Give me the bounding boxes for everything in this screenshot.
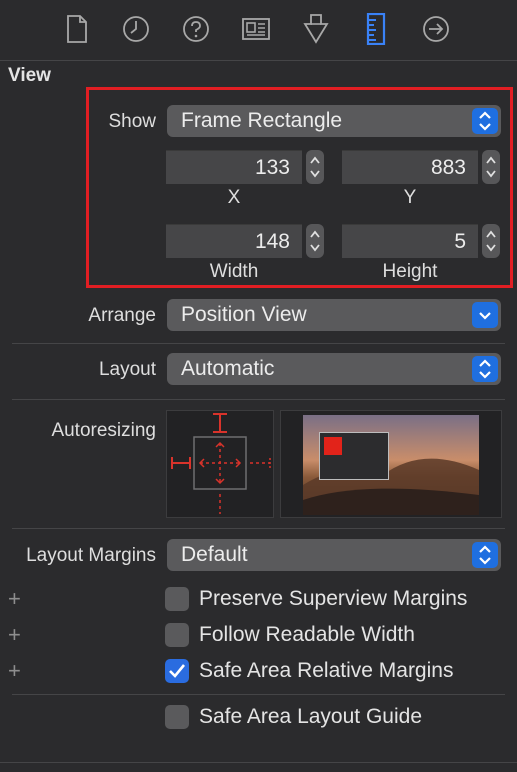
layout-margins-popup[interactable]: Default	[167, 539, 501, 571]
divider-arrange	[12, 343, 505, 344]
autoresizing-preview	[280, 410, 502, 518]
bottom-divider	[0, 762, 517, 763]
chevron-down-icon	[472, 302, 498, 328]
attributes-icon[interactable]	[301, 12, 331, 46]
help-icon[interactable]	[181, 12, 211, 46]
arrange-popup[interactable]: Position View	[167, 299, 501, 331]
preview-subview	[324, 437, 342, 455]
layout-label: Layout	[98, 359, 156, 380]
clock-icon[interactable]	[121, 12, 151, 46]
follow-readable-width-label: Follow Readable Width	[199, 623, 415, 646]
section-title: View	[8, 65, 51, 86]
autoresizing-mask-editor[interactable]	[166, 410, 274, 518]
up-down-chevron-icon	[472, 542, 498, 568]
ruler-icon[interactable]	[361, 12, 391, 46]
toolbar-divider	[0, 60, 517, 61]
safe-area-layout-guide-checkbox[interactable]	[165, 705, 189, 729]
safe-area-layout-guide-label: Safe Area Layout Guide	[199, 705, 422, 728]
arrange-label: Arrange	[88, 305, 156, 326]
preserve-superview-margins-label: Preserve Superview Margins	[199, 587, 468, 610]
add-variation-button-2[interactable]: +	[8, 624, 21, 646]
divider-margins	[12, 694, 505, 695]
connections-icon[interactable]	[421, 12, 451, 46]
desktop-wallpaper-image	[303, 415, 479, 515]
preview-view-frame	[319, 432, 389, 480]
preserve-superview-margins-checkbox[interactable]	[165, 587, 189, 611]
highlight-box	[86, 87, 513, 288]
add-variation-button-1[interactable]: +	[8, 588, 21, 610]
up-down-chevron-icon	[472, 356, 498, 382]
checkmark-icon	[169, 664, 186, 678]
divider-autoresizing	[12, 528, 505, 529]
arrange-popup-value: Position View	[181, 303, 307, 326]
identity-icon[interactable]	[241, 12, 271, 46]
follow-readable-width-checkbox[interactable]	[165, 623, 189, 647]
layout-margins-label: Layout Margins	[26, 545, 156, 566]
layout-margins-popup-value: Default	[181, 543, 248, 566]
layout-popup[interactable]: Automatic	[167, 353, 501, 385]
add-variation-button-3[interactable]: +	[8, 660, 21, 682]
autoresizing-label: Autoresizing	[51, 420, 156, 441]
file-icon[interactable]	[62, 12, 92, 46]
safe-area-relative-margins-checkbox[interactable]	[165, 659, 189, 683]
safe-area-relative-margins-label: Safe Area Relative Margins	[199, 659, 454, 682]
inspector-toolbar	[0, 0, 517, 60]
layout-popup-value: Automatic	[181, 357, 275, 380]
divider-layout	[12, 399, 505, 400]
